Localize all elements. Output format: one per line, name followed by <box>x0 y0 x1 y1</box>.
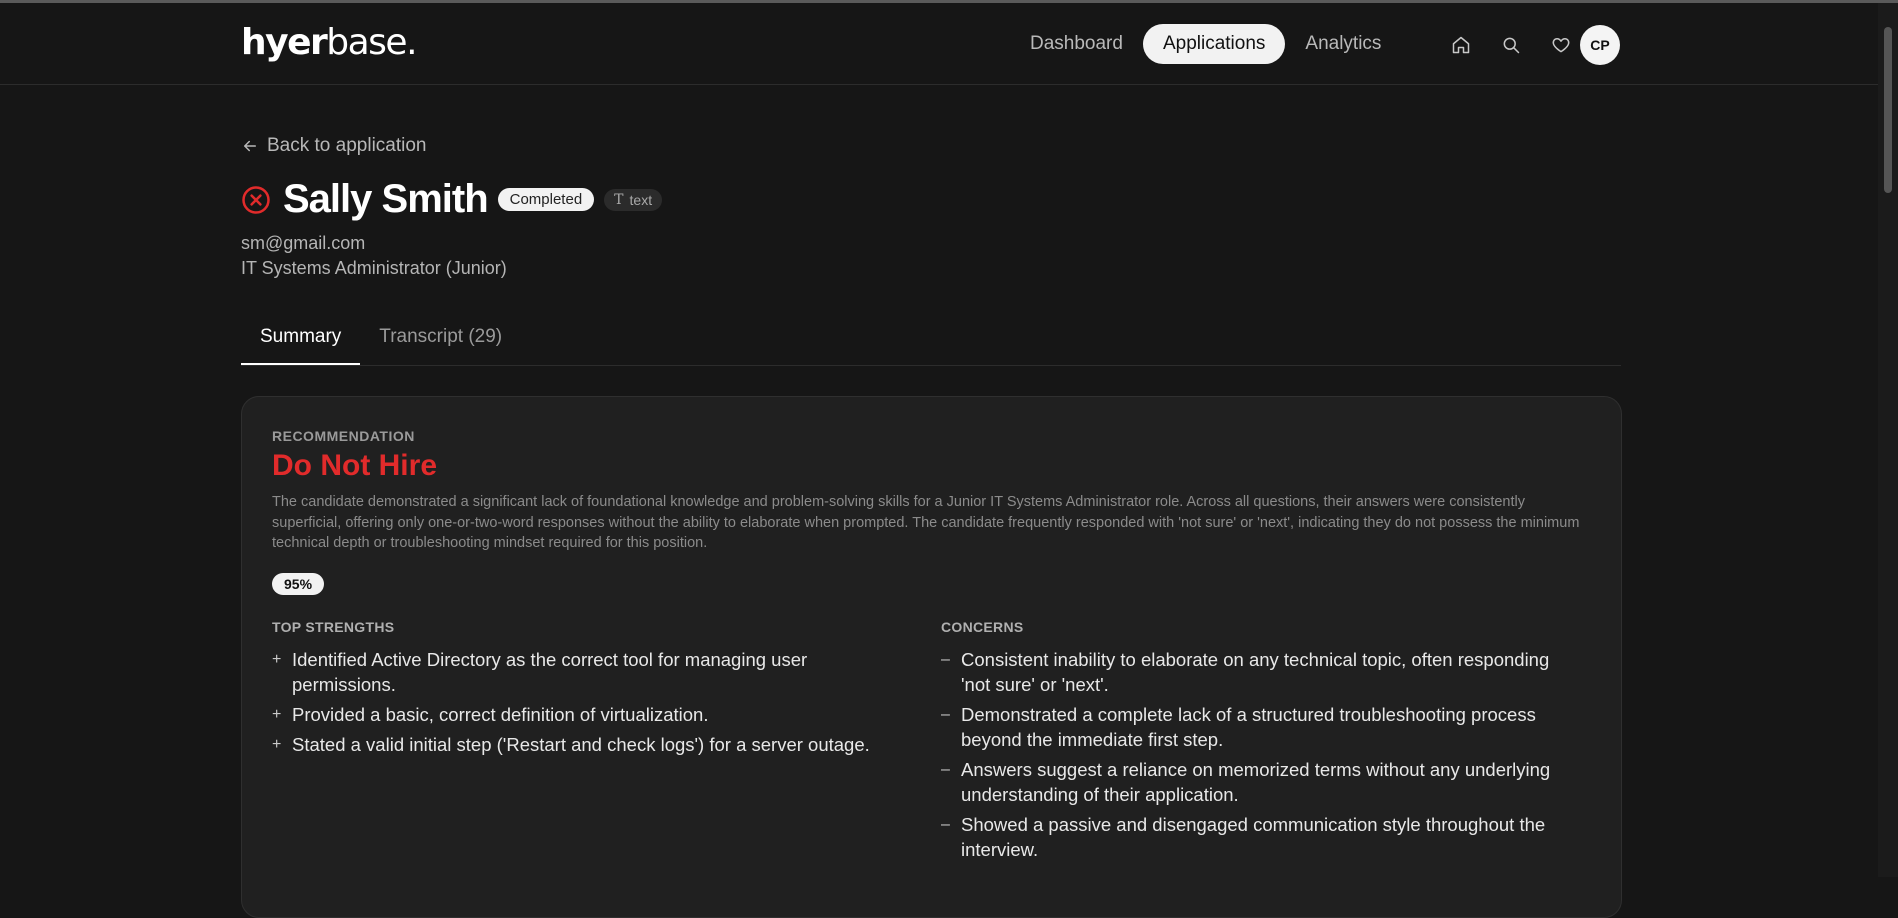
type-badge: Ttext <box>604 188 663 211</box>
avatar[interactable]: CP <box>1580 25 1620 65</box>
logo-light: base. <box>326 22 417 63</box>
tabs: Summary Transcript (29) <box>241 320 1621 366</box>
text-type-icon: T <box>614 191 624 208</box>
confidence-badge: 95% <box>272 573 325 595</box>
recommendation-text: The candidate demonstrated a significant… <box>272 494 1580 551</box>
dash-icon: – <box>941 706 950 723</box>
candidate-name: Sally Smith <box>283 177 489 221</box>
concern-text: Answers suggest a reliance on memorized … <box>961 759 1551 805</box>
plus-icon: + <box>272 651 282 668</box>
top-header: hyerbase. Dashboard Applications Analyti… <box>0 3 1878 85</box>
strengths-heading: TOP STRENGTHS <box>272 619 395 635</box>
tab-summary[interactable]: Summary <box>241 320 361 365</box>
header-icons <box>1436 29 1586 61</box>
list-item: + Stated a valid initial step ('Restart a… <box>272 732 872 757</box>
dash-icon: – <box>941 816 950 833</box>
nav-analytics[interactable]: Analytics <box>1285 24 1401 64</box>
candidate-email: sm@gmail.com <box>241 233 366 253</box>
status-badge: Completed <box>497 188 595 211</box>
concern-text: Demonstrated a complete lack of a struct… <box>961 704 1536 750</box>
logo[interactable]: hyerbase. <box>241 22 418 63</box>
home-icon[interactable] <box>1436 29 1486 61</box>
arrow-left-icon <box>244 140 256 152</box>
recommendation-label: RECOMMENDATION <box>272 428 415 444</box>
list-item: – Demonstrated a complete lack of a struc… <box>941 702 1581 752</box>
search-icon[interactable] <box>1486 29 1536 61</box>
list-item: – Answers suggest a reliance on memorized… <box>941 757 1581 807</box>
main-nav: Dashboard Applications Analytics <box>1010 24 1401 64</box>
candidate-role: IT Systems Administrator (Junior) <box>241 258 507 278</box>
concerns-list: – Consistent inability to elaborate on an… <box>941 647 1581 867</box>
strength-text: Identified Active Directory as the corre… <box>292 649 808 695</box>
recommendation-value: Do Not Hire <box>272 449 437 482</box>
list-item: + Provided a basic, correct definition of… <box>272 702 872 727</box>
list-item: – Showed a passive and disengaged communi… <box>941 812 1581 862</box>
scrollbar-thumb[interactable] <box>1884 27 1892 193</box>
nav-dashboard[interactable]: Dashboard <box>1010 24 1143 64</box>
back-label: Back to application <box>267 135 427 156</box>
nav-applications[interactable]: Applications <box>1142 24 1286 64</box>
heart-icon[interactable] <box>1536 29 1586 61</box>
plus-icon: + <box>272 706 282 723</box>
strength-text: Stated a valid initial step ('Restart an… <box>292 734 870 755</box>
dash-icon: – <box>941 761 950 778</box>
back-to-application-link[interactable]: Back to application <box>241 135 427 157</box>
x-circle-icon <box>242 185 270 214</box>
summary-card: RECOMMENDATION Do Not Hire The candidate… <box>241 396 1622 918</box>
concerns-heading: CONCERNS <box>941 619 1024 635</box>
plus-icon: + <box>272 736 282 753</box>
list-item: – Consistent inability to elaborate on an… <box>941 647 1581 697</box>
list-item: + Identified Active Directory as the corr… <box>272 647 872 697</box>
tab-transcript[interactable]: Transcript (29) <box>360 320 521 364</box>
type-badge-label: text <box>629 191 653 208</box>
concern-text: Consistent inability to elaborate on any… <box>961 649 1550 695</box>
strength-text: Provided a basic, correct definition of … <box>292 704 709 725</box>
logo-bold: hyer <box>241 22 328 63</box>
candidate-title-row: Sally Smith Completed Ttext <box>241 177 663 222</box>
strengths-list: + Identified Active Directory as the corr… <box>272 647 872 762</box>
concern-text: Showed a passive and disengaged communic… <box>961 814 1546 860</box>
scrollbar[interactable] <box>1878 3 1898 877</box>
dash-icon: – <box>941 651 950 668</box>
